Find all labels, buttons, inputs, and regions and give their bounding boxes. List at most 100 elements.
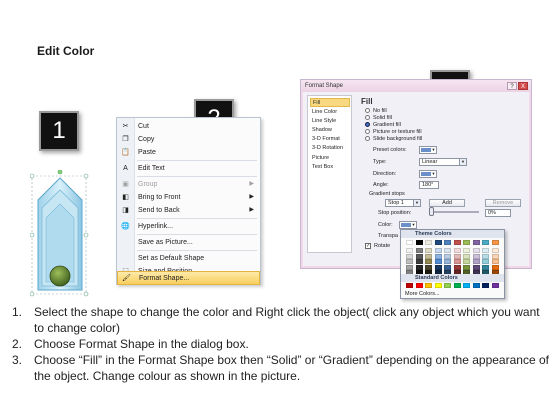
color-swatch[interactable] (472, 283, 480, 288)
color-swatch[interactable] (434, 283, 442, 288)
color-swatch[interactable] (453, 240, 461, 245)
color-swatch[interactable] (491, 259, 499, 264)
color-swatch[interactable] (482, 253, 489, 259)
radio-slide-background-fill[interactable]: Slide background fill (365, 136, 422, 143)
color-swatch[interactable] (472, 248, 480, 253)
color-swatch[interactable] (491, 283, 499, 288)
preset-colors-button[interactable]: ▼ (419, 146, 437, 154)
color-swatch[interactable] (444, 240, 451, 245)
color-swatch[interactable] (434, 253, 442, 259)
sidebar-item-line-color[interactable]: Line Color (310, 108, 350, 117)
color-swatch[interactable] (472, 240, 480, 245)
color-swatch[interactable] (463, 283, 470, 288)
color-swatch[interactable] (491, 253, 499, 259)
color-swatch[interactable] (472, 264, 480, 270)
menu-item-hyperlink[interactable]: 🌐 Hyperlink... (117, 220, 260, 233)
color-swatch[interactable] (444, 248, 451, 253)
add-stop-button[interactable]: Add (429, 199, 465, 207)
color-swatch[interactable] (482, 264, 489, 270)
color-swatch[interactable] (453, 253, 461, 259)
color-swatch[interactable] (444, 283, 451, 288)
angle-input[interactable]: 180° (419, 181, 439, 189)
color-swatch[interactable] (463, 248, 470, 253)
color-swatch[interactable] (406, 240, 413, 245)
menu-item-send-to-back[interactable]: ◨ Send to Back ▶ (117, 204, 260, 217)
color-swatch[interactable] (444, 259, 451, 264)
menu-item-edit-text[interactable]: A Edit Text (117, 162, 260, 175)
selected-shape[interactable] (29, 169, 90, 300)
color-swatch[interactable] (406, 264, 413, 270)
color-swatch[interactable] (482, 240, 489, 245)
close-button[interactable]: X (518, 82, 528, 90)
menu-item-paste[interactable]: 📋 Paste (117, 146, 260, 159)
color-swatch[interactable] (491, 264, 499, 270)
color-swatch[interactable] (482, 248, 489, 253)
direction-button[interactable]: ▼ (419, 170, 437, 178)
color-swatch[interactable] (415, 253, 423, 259)
menu-item-copy[interactable]: ❐ Copy (117, 133, 260, 146)
menu-separator (137, 234, 257, 235)
color-swatch[interactable] (415, 248, 423, 253)
color-swatch[interactable] (453, 248, 461, 253)
color-swatch[interactable] (463, 259, 470, 264)
color-swatch[interactable] (434, 248, 442, 253)
stop-position-slider[interactable] (429, 207, 434, 216)
color-swatch[interactable] (415, 283, 423, 288)
color-swatch[interactable] (472, 253, 480, 259)
color-swatch[interactable] (425, 283, 432, 288)
sidebar-item-shadow[interactable]: Shadow (310, 126, 350, 135)
color-swatch[interactable] (463, 253, 470, 259)
color-swatch[interactable] (425, 248, 432, 253)
color-swatch[interactable] (453, 264, 461, 270)
menu-item-bring-to-front[interactable]: ◧ Bring to Front ▶ (117, 191, 260, 204)
radio-picture-fill[interactable]: Picture or texture fill (365, 129, 422, 136)
color-picker-button[interactable]: ▼ (399, 221, 417, 229)
color-swatch[interactable] (491, 248, 499, 253)
radio-no-fill[interactable]: No fill (365, 108, 387, 115)
color-swatch[interactable] (472, 259, 480, 264)
color-swatch[interactable] (425, 259, 432, 264)
menu-item-format-shape[interactable]: 🖌 Format Shape... (117, 271, 260, 285)
sidebar-item-line-style[interactable]: Line Style (310, 117, 350, 126)
radio-gradient-fill[interactable]: Gradient fill (365, 122, 401, 129)
color-swatch[interactable] (434, 259, 442, 264)
sidebar-item-text-box[interactable]: Text Box (310, 163, 350, 172)
color-swatch[interactable] (444, 253, 451, 259)
color-swatch[interactable] (425, 264, 432, 270)
color-swatch[interactable] (434, 240, 442, 245)
sidebar-item-picture[interactable]: Picture (310, 154, 350, 163)
menu-item-set-default-shape[interactable]: Set as Default Shape (117, 252, 260, 265)
color-swatch[interactable] (444, 264, 451, 270)
color-swatch[interactable] (415, 259, 423, 264)
color-swatch[interactable] (453, 283, 461, 288)
stop-position-input[interactable]: 0% (485, 209, 511, 217)
sidebar-item-3d-format[interactable]: 3-D Format (310, 135, 350, 144)
color-swatch[interactable] (491, 240, 499, 245)
sidebar-item-fill[interactable]: Fill (310, 98, 350, 107)
sidebar-item-3d-rotation[interactable]: 3-D Rotation (310, 144, 350, 153)
rotate-checkbox[interactable]: ✓ (365, 243, 371, 249)
color-swatch[interactable] (415, 240, 423, 245)
menu-item-save-as-picture[interactable]: Save as Picture... (117, 236, 260, 249)
color-swatch[interactable] (406, 253, 413, 259)
color-swatch[interactable] (453, 259, 461, 264)
color-swatch[interactable] (425, 240, 432, 245)
color-swatch[interactable] (482, 283, 489, 288)
color-swatch[interactable] (463, 264, 470, 270)
color-swatch[interactable] (434, 264, 442, 270)
more-colors-link[interactable]: More Colors... (405, 291, 440, 298)
color-swatch[interactable] (406, 259, 413, 264)
help-button[interactable]: ? (507, 82, 517, 90)
menu-item-group[interactable]: ▣ Group ▶ (117, 178, 260, 191)
stop-select[interactable]: Stop 1 ▼ (385, 199, 421, 207)
radio-solid-fill[interactable]: Solid fill (365, 115, 392, 122)
color-swatch[interactable] (482, 259, 489, 264)
color-swatch[interactable] (415, 264, 423, 270)
color-swatch[interactable] (406, 248, 413, 253)
menu-item-cut[interactable]: ✂ Cut (117, 120, 260, 133)
type-select[interactable]: Linear ▼ (419, 158, 467, 166)
remove-stop-button[interactable]: Remove (485, 199, 521, 207)
color-swatch[interactable] (425, 253, 432, 259)
color-swatch[interactable] (406, 283, 413, 288)
color-swatch[interactable] (463, 240, 470, 245)
